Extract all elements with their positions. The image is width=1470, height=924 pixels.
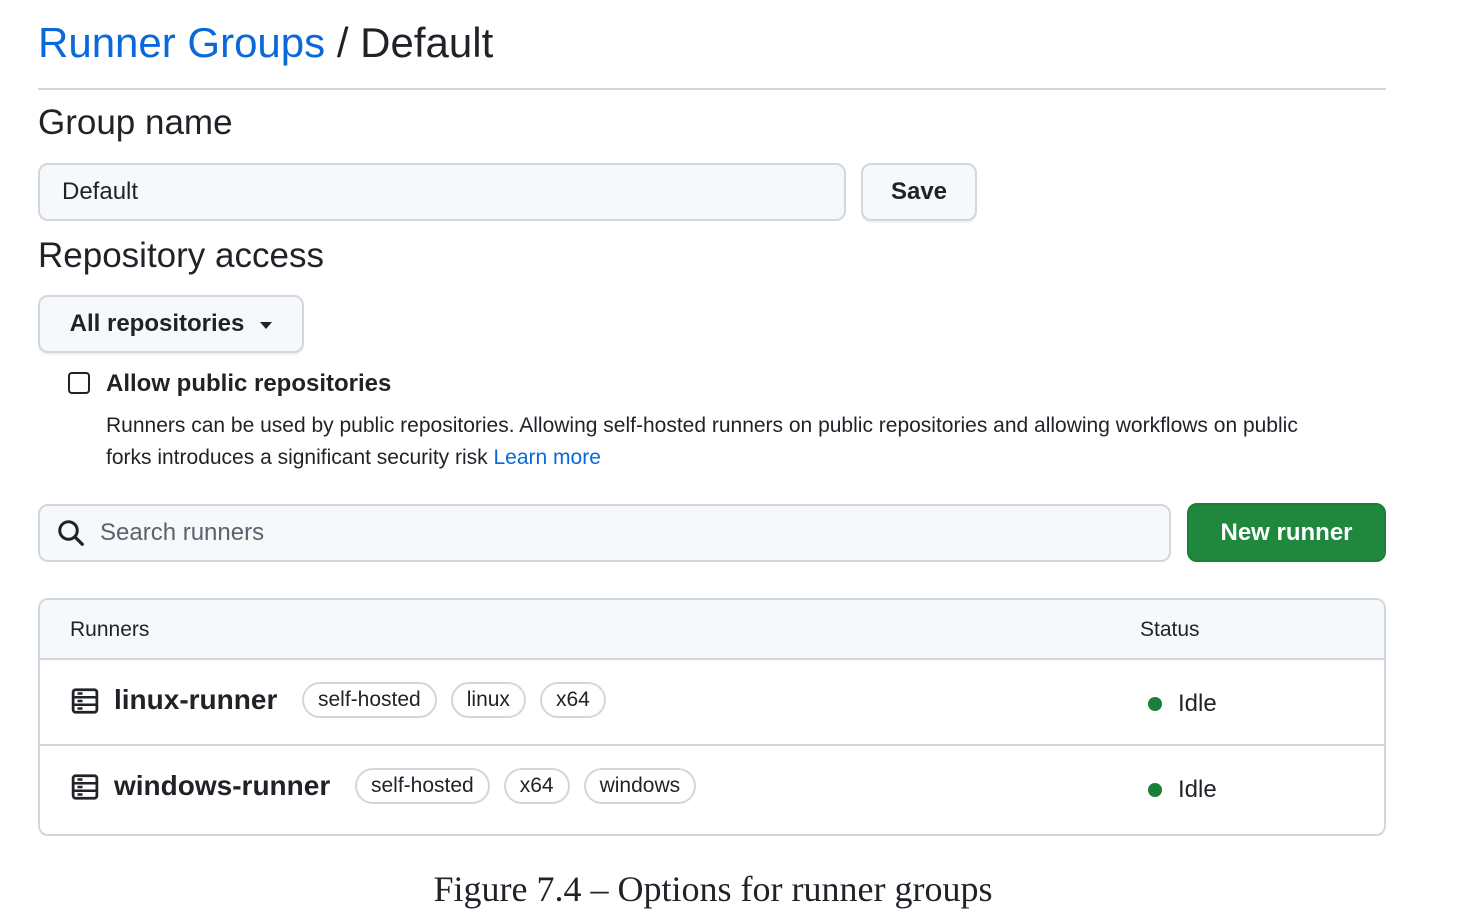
runner-labels: self-hosted linux x64 <box>302 682 606 718</box>
table-row: windows-runner self-hosted x64 windows I… <box>40 746 1384 832</box>
column-header-status: Status <box>1140 618 1200 641</box>
runner-name-link[interactable]: linux-runner <box>114 682 277 718</box>
runner-status-text: Idle <box>1178 776 1217 803</box>
runner-name-link[interactable]: windows-runner <box>114 768 330 804</box>
allow-public-repositories-description: Runners can be used by public repositori… <box>106 410 1316 474</box>
runner-labels: self-hosted x64 windows <box>355 768 697 804</box>
server-icon <box>71 688 99 714</box>
repository-access-dropdown-label: All repositories <box>69 310 245 337</box>
status-dot-icon <box>1148 697 1162 711</box>
search-runners-placeholder: Search runners <box>100 519 265 546</box>
breadcrumb-runner-groups-link[interactable]: Runner Groups <box>38 19 325 66</box>
column-header-runners: Runners <box>70 618 150 641</box>
breadcrumb-separator: / <box>325 19 361 66</box>
runner-label: x64 <box>503 768 570 804</box>
allow-public-repositories-checkbox[interactable] <box>68 372 90 394</box>
allow-public-description-text: Runners can be used by public repositori… <box>106 414 1298 469</box>
repository-access-dropdown[interactable]: All repositories <box>38 295 304 353</box>
runner-label: windows <box>583 768 697 804</box>
group-name-heading: Group name <box>38 103 233 142</box>
figure-caption: Figure 7.4 – Options for runner groups <box>433 869 993 909</box>
runner-label: self-hosted <box>302 682 437 718</box>
allow-public-repositories-label[interactable]: Allow public repositories <box>106 368 391 400</box>
repository-access-heading: Repository access <box>38 236 324 275</box>
runners-table: Runners Status linux-runner self-hosted … <box>38 598 1386 836</box>
runner-status: Idle <box>1148 774 1217 806</box>
table-header: Runners Status <box>40 600 1384 660</box>
learn-more-link[interactable]: Learn more <box>493 446 600 469</box>
runner-label: x64 <box>539 682 606 718</box>
group-name-input[interactable]: Default <box>38 163 846 221</box>
page-header: Runner Groups / Default <box>38 14 1386 90</box>
runner-status-text: Idle <box>1178 690 1217 717</box>
status-dot-icon <box>1148 783 1162 797</box>
search-icon <box>58 520 84 546</box>
breadcrumb: Runner Groups / Default <box>38 14 1386 72</box>
runner-status: Idle <box>1148 688 1217 720</box>
save-button[interactable]: Save <box>861 163 977 221</box>
new-runner-button[interactable]: New runner <box>1187 503 1386 562</box>
runner-label: linux <box>450 682 526 718</box>
search-runners-field[interactable]: Search runners <box>38 504 1171 562</box>
breadcrumb-current: Default <box>360 19 494 66</box>
server-icon <box>71 774 99 800</box>
table-row: linux-runner self-hosted linux x64 Idle <box>40 660 1384 746</box>
runner-label: self-hosted <box>355 768 490 804</box>
chevron-down-icon <box>260 322 273 329</box>
